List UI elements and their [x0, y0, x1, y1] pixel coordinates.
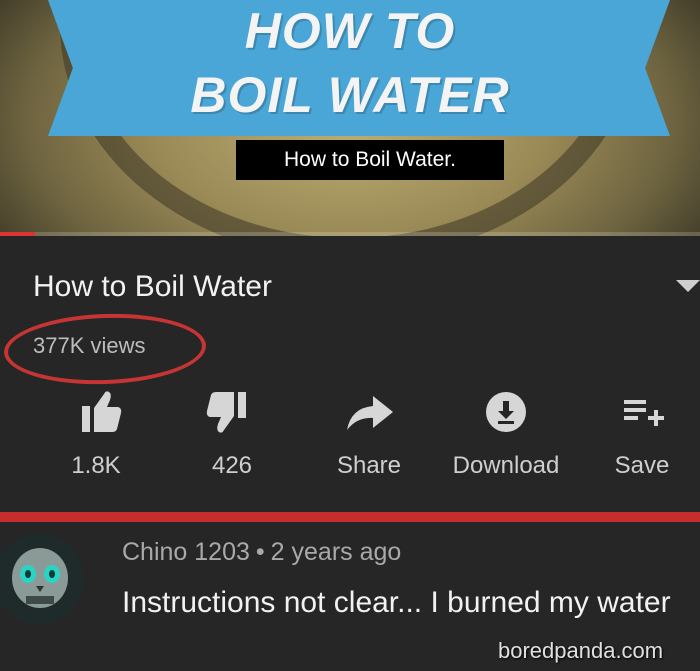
thumbnail-title-line2: BOIL WATER — [190, 67, 510, 123]
section-divider — [0, 512, 700, 522]
dislike-button[interactable]: 426 — [182, 386, 282, 480]
comment-time: 2 years ago — [270, 538, 402, 566]
video-player[interactable]: HOW TO BOIL WATER How to Boil Water. — [0, 0, 700, 236]
like-button[interactable]: 1.8K — [46, 386, 146, 480]
download-label: Download — [452, 452, 560, 479]
skull-avatar-icon — [0, 534, 84, 624]
save-button[interactable]: Save — [592, 386, 692, 480]
action-bar: 1.8K 426 Share Download Save — [0, 386, 700, 486]
download-icon — [486, 392, 526, 432]
video-info-panel: How to Boil Water 377K views 1.8K 426 Sh… — [0, 236, 700, 512]
comment-author[interactable]: Chino 1203 — [122, 538, 250, 566]
red-circle-annotation — [2, 310, 208, 388]
video-screen: HOW TO BOIL WATER How to Boil Water. How… — [0, 0, 700, 671]
avatar[interactable] — [0, 534, 84, 624]
comment-item: Chino 1203 • 2 years ago Instructions not … — [0, 522, 700, 671]
download-button[interactable]: Download — [438, 386, 574, 480]
dislike-count: 426 — [211, 452, 253, 479]
video-title: How to Boil Water — [33, 270, 272, 303]
thumbs-up-icon — [82, 391, 122, 432]
expand-description-icon[interactable] — [676, 280, 700, 292]
watermark: boredpanda.com — [498, 638, 664, 663]
like-count: 1.8K — [71, 452, 121, 479]
add-to-playlist-icon — [624, 400, 664, 426]
share-label: Share — [336, 452, 402, 479]
thumbs-down-icon — [206, 392, 246, 433]
thumbnail-title-line1: HOW TO — [244, 3, 456, 59]
share-arrow-icon — [347, 396, 393, 430]
share-button[interactable]: Share — [319, 386, 419, 480]
video-caption: How to Boil Water. — [236, 140, 504, 180]
save-label: Save — [614, 452, 670, 479]
meta-separator: • — [255, 538, 265, 566]
comment-meta: Chino 1203 • 2 years ago — [122, 538, 401, 567]
comment-text: Instructions not clear... I burned my wa… — [122, 586, 671, 619]
